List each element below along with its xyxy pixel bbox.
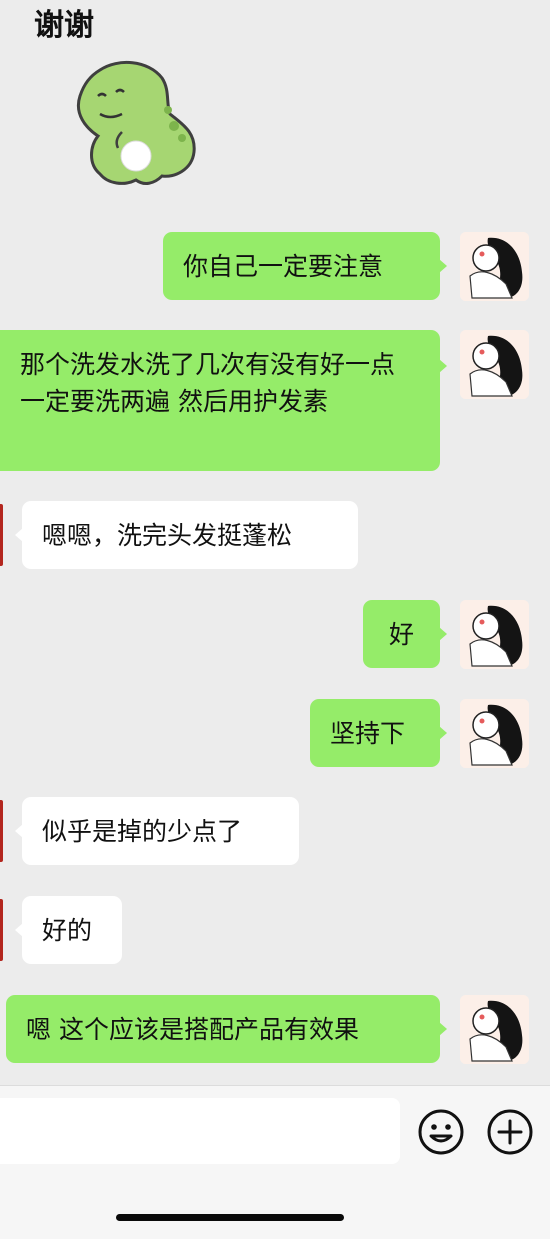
avatar-edge xyxy=(0,800,3,862)
message-text: 似乎是掉的少点了 xyxy=(42,816,243,846)
avatar[interactable] xyxy=(460,699,529,768)
message-text: 好 xyxy=(388,619,414,649)
message-bubble-outgoing[interactable]: 坚持下 xyxy=(310,699,447,767)
dinosaur-sticker[interactable] xyxy=(70,52,204,190)
message-text: 坚持下 xyxy=(330,718,406,748)
emoji-icon[interactable] xyxy=(417,1108,465,1156)
bubble-tail xyxy=(439,1022,447,1036)
message-bubble-outgoing[interactable]: 嗯 这个应该是搭配产品有效果 xyxy=(6,995,447,1063)
chat-area[interactable]: 谢谢 你自己一定要注意 那个洗发水洗了几次有没有好一点 一定要洗两遍 然后用护发… xyxy=(0,0,550,1085)
avatar-edge xyxy=(0,504,3,566)
message-bubble-incoming[interactable]: 好的 xyxy=(15,896,122,964)
message-text: 那个洗发水洗了几次有没有好一点 一定要洗两遍 然后用护发素 xyxy=(20,350,396,416)
avatar[interactable] xyxy=(460,330,529,399)
message-input[interactable] xyxy=(0,1098,400,1164)
message-text: 嗯嗯，洗完头发挺蓬松 xyxy=(42,520,293,550)
bubble-tail xyxy=(15,528,23,542)
bubble-tail xyxy=(15,923,23,937)
bubble-tail xyxy=(439,259,447,273)
bubble-tail xyxy=(439,726,447,740)
avatar-edge xyxy=(0,899,3,961)
avatar[interactable] xyxy=(460,995,529,1064)
avatar[interactable] xyxy=(460,232,529,301)
message-text: 嗯 这个应该是搭配产品有效果 xyxy=(26,1014,359,1044)
message-bubble-incoming[interactable]: 似乎是掉的少点了 xyxy=(15,797,299,865)
message-bubble-outgoing[interactable]: 你自己一定要注意 xyxy=(163,232,447,300)
message-text-partial: 谢谢 xyxy=(34,8,94,43)
message-bubble-incoming[interactable]: 嗯嗯，洗完头发挺蓬松 xyxy=(15,501,358,569)
message-bubble-outgoing[interactable]: 好 xyxy=(363,600,447,668)
bubble-tail xyxy=(439,627,447,641)
home-indicator[interactable] xyxy=(116,1214,344,1221)
message-bubble-outgoing[interactable]: 那个洗发水洗了几次有没有好一点 一定要洗两遍 然后用护发素 xyxy=(0,330,447,471)
bubble-tail xyxy=(15,824,23,838)
message-text: 好的 xyxy=(42,915,93,945)
plus-icon[interactable] xyxy=(486,1108,534,1156)
bubble-tail xyxy=(439,359,447,373)
message-text: 你自己一定要注意 xyxy=(183,251,384,281)
avatar[interactable] xyxy=(460,600,529,669)
